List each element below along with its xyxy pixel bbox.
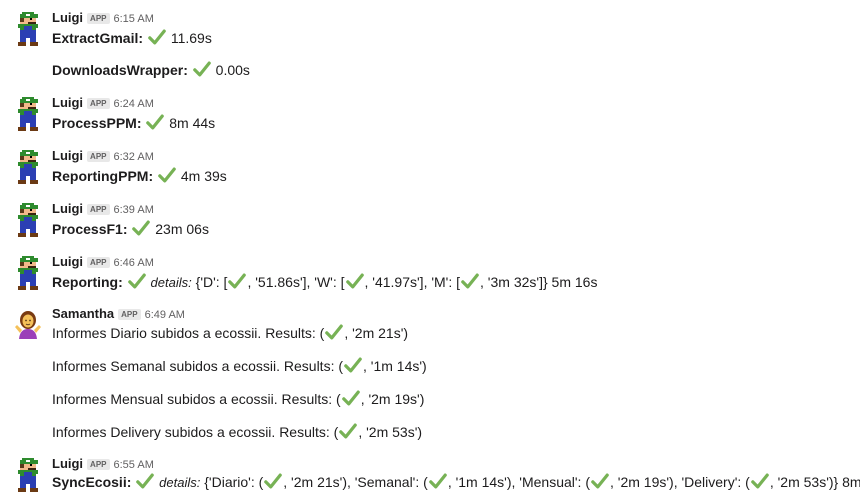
details-text: , '2m 19s'), 'Delivery': ( [610, 474, 750, 490]
message-line: ReportingPPM: 4m 39s [52, 166, 227, 186]
app-badge: APP [87, 13, 110, 24]
task-duration: 8m 44s [169, 115, 216, 131]
timestamp[interactable]: 6:55 AM [114, 459, 154, 471]
check-mark-icon [341, 389, 360, 407]
app-badge: APP [87, 459, 110, 470]
task-duration: 5m 16s [551, 274, 598, 290]
message-line: ProcessF1: 23m 06s [52, 219, 209, 239]
task-name: Reporting: [52, 274, 123, 290]
check-mark-icon [461, 272, 479, 290]
app-badge: APP [87, 204, 110, 215]
message-header: Luigi APP 6:15 AM [52, 10, 154, 26]
details-text: , '51.86s'], 'W': [ [247, 274, 345, 290]
details-text: , '2m 53s')} [769, 474, 839, 490]
report-result: , '1m 14s') [363, 358, 427, 374]
luigi-avatar[interactable] [14, 97, 42, 131]
report-result: , '2m 21s') [344, 325, 409, 341]
report-result: , '2m 53s') [358, 424, 423, 440]
message-header: Luigi APP 6:46 AM [52, 254, 154, 270]
luigi-avatar[interactable] [14, 150, 42, 184]
sender-name[interactable]: Luigi [52, 10, 83, 25]
check-mark-icon [591, 472, 609, 490]
details-text: {'D': [ [195, 274, 228, 290]
check-mark-icon [158, 166, 176, 184]
app-badge: APP [87, 257, 110, 268]
message-header: Luigi APP 6:55 AM [52, 456, 154, 472]
timestamp[interactable]: 6:24 AM [114, 98, 154, 110]
details-text: , '3m 32s']} [480, 274, 548, 290]
report-text: Informes Delivery subidos a ecossii. Res… [52, 424, 339, 440]
app-badge: APP [87, 98, 110, 109]
message-line: Informes Delivery subidos a ecossii. Res… [52, 422, 422, 442]
details-text: , '2m 21s'), 'Semanal': ( [283, 474, 428, 490]
report-text: Informes Diario subidos a ecossii. Resul… [52, 325, 325, 341]
task-name: DownloadsWrapper: [52, 62, 188, 78]
report-text: Informes Semanal subidos a ecossii. Resu… [52, 358, 344, 374]
task-name: ExtractGmail: [52, 30, 144, 46]
message-line: SyncEcosii: details: {'Diario': ( , '2m 2… [52, 472, 860, 492]
luigi-avatar[interactable] [14, 256, 42, 290]
details-text: , '1m 14s'), 'Mensual': ( [447, 474, 590, 490]
task-duration: 23m 06s [155, 221, 209, 237]
sender-name[interactable]: Luigi [52, 254, 83, 269]
check-mark-icon [228, 272, 247, 290]
timestamp[interactable]: 6:46 AM [114, 257, 154, 269]
message-line: Informes Diario subidos a ecossii. Resul… [52, 323, 408, 343]
task-duration: 4m 39s [180, 168, 227, 184]
sender-name[interactable]: Luigi [52, 456, 83, 471]
check-mark-icon [136, 472, 155, 490]
check-mark-icon [345, 272, 364, 290]
task-duration: 8m 53s [842, 474, 860, 490]
message-line: Reporting: details: {'D': [ , '51.86s'], … [52, 272, 597, 292]
check-mark-icon [127, 272, 146, 290]
details-text: {'Diario': ( [204, 474, 264, 490]
check-mark-icon [344, 356, 362, 374]
check-mark-icon [339, 422, 358, 440]
sender-name[interactable]: Luigi [52, 95, 83, 110]
message-feed: Luigi APP 6:15 AM ExtractGmail: 11.69s Dow… [0, 0, 860, 500]
check-mark-icon [132, 219, 151, 237]
task-duration: 0.00s [215, 62, 250, 78]
check-mark-icon [146, 113, 165, 131]
task-name: ReportingPPM: [52, 168, 154, 184]
task-duration: 11.69s [170, 30, 212, 46]
check-mark-icon [428, 472, 447, 490]
message-line: ExtractGmail: 11.69s [52, 28, 212, 48]
app-badge: APP [118, 309, 141, 320]
report-result: , '2m 19s') [360, 391, 425, 407]
task-name: ProcessPPM: [52, 115, 142, 131]
check-mark-icon [148, 28, 166, 46]
message-line: DownloadsWrapper: 0.00s [52, 60, 250, 80]
luigi-avatar[interactable] [14, 458, 42, 492]
check-mark-icon [325, 323, 344, 341]
person-shrugging-avatar[interactable] [14, 309, 42, 339]
message-line: Informes Semanal subidos a ecossii. Resu… [52, 356, 427, 376]
timestamp[interactable]: 6:15 AM [114, 13, 154, 25]
task-name: ProcessF1: [52, 221, 128, 237]
luigi-avatar[interactable] [14, 12, 42, 46]
message-header: Samantha APP 6:49 AM [52, 306, 185, 322]
task-name: SyncEcosii: [52, 474, 132, 490]
check-mark-icon [264, 472, 283, 490]
message-header: Luigi APP 6:39 AM [52, 201, 154, 217]
timestamp[interactable]: 6:49 AM [145, 309, 185, 321]
sender-name[interactable]: Luigi [52, 148, 83, 163]
details-text: , '41.97s'], 'M': [ [364, 274, 461, 290]
message-header: Luigi APP 6:24 AM [52, 95, 154, 111]
details-label: details: [159, 475, 201, 490]
sender-name[interactable]: Samantha [52, 306, 114, 321]
report-text: Informes Mensual subidos a ecossii. Resu… [52, 391, 341, 407]
message-line: Informes Mensual subidos a ecossii. Resu… [52, 389, 424, 409]
app-badge: APP [87, 151, 110, 162]
timestamp[interactable]: 6:32 AM [114, 151, 154, 163]
details-label: details: [150, 275, 192, 290]
check-mark-icon [751, 472, 769, 490]
message-line: ProcessPPM: 8m 44s [52, 113, 215, 133]
sender-name[interactable]: Luigi [52, 201, 83, 216]
luigi-avatar[interactable] [14, 203, 42, 237]
message-header: Luigi APP 6:32 AM [52, 148, 154, 164]
check-mark-icon [192, 60, 211, 78]
timestamp[interactable]: 6:39 AM [114, 204, 154, 216]
